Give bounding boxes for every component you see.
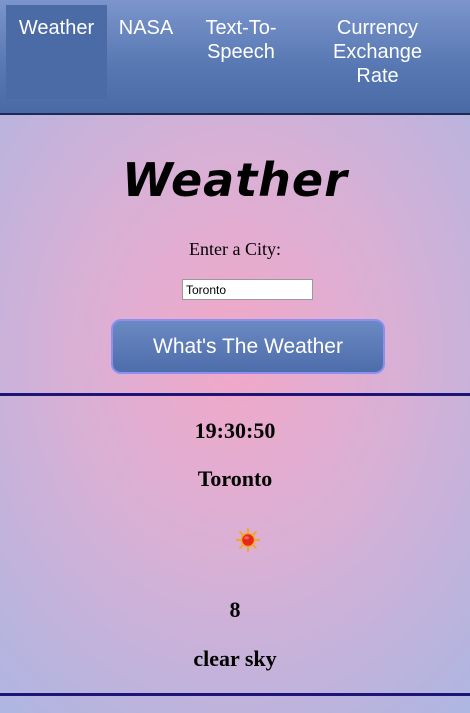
nav-item-label-line: Speech xyxy=(207,41,275,63)
city-label: Enter a City: xyxy=(189,239,281,259)
nav-item-label-line: Currency xyxy=(336,17,419,39)
divider xyxy=(0,393,470,396)
navbar: Weather NASA Text-To- Speech Currency Ex… xyxy=(0,0,470,115)
nav-item-label: Text-To- Speech xyxy=(190,5,292,64)
nav-item-weather[interactable]: Weather xyxy=(6,5,107,99)
whats-the-weather-button[interactable]: What's The Weather xyxy=(111,319,385,374)
nav-item-label-line: Exchange xyxy=(333,41,422,63)
sun-icon xyxy=(236,528,260,552)
nav-item-label-line: Rate xyxy=(356,65,399,87)
nav-item-nasa[interactable]: NASA xyxy=(111,5,181,99)
nav-item-label: NASA xyxy=(118,17,174,39)
nav-item-label: Currency Exchange Rate xyxy=(310,5,445,88)
city-input[interactable] xyxy=(182,279,313,300)
temperature-value: 8 xyxy=(229,597,241,622)
weather-description: clear sky xyxy=(193,646,277,671)
nav-item-label: Weather xyxy=(18,17,95,39)
time-value: 19:30:50 xyxy=(194,418,276,443)
nav-item-currency-exchange-rate[interactable]: Currency Exchange Rate xyxy=(310,5,445,99)
page-title: Weather xyxy=(122,153,348,207)
nav-item-label-line: Text-To- xyxy=(205,17,277,39)
city-name: Toronto xyxy=(197,466,273,491)
divider xyxy=(0,693,470,696)
nav-item-text-to-speech[interactable]: Text-To- Speech xyxy=(190,5,292,99)
